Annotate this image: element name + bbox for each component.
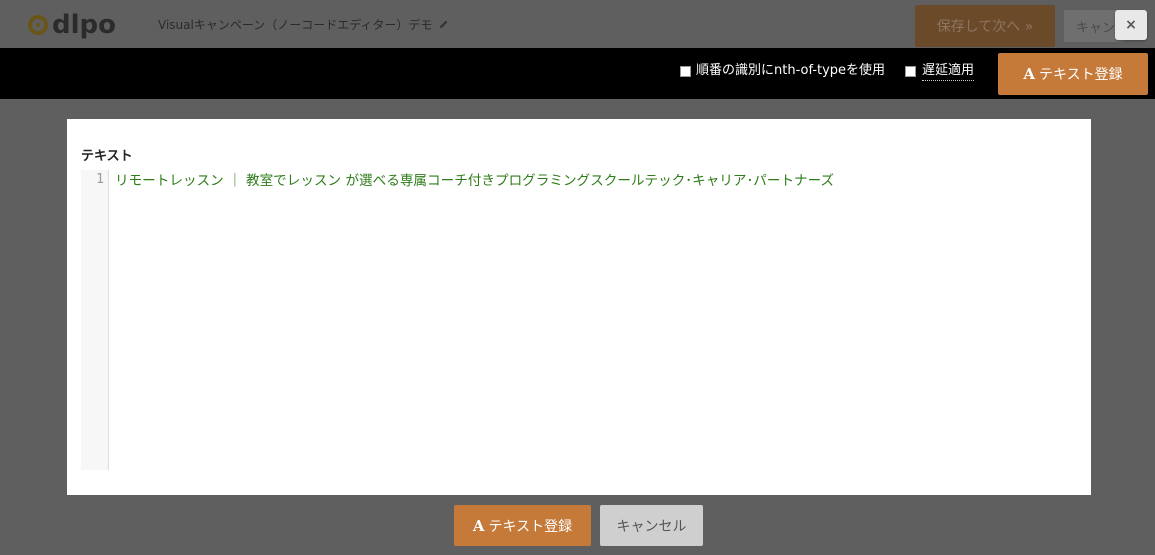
campaign-title[interactable]: Visualキャンペーン（ノーコードエディター）デモ bbox=[158, 16, 449, 33]
footer-text-register-button[interactable]: A テキスト登録 bbox=[454, 505, 591, 546]
pencil-icon[interactable] bbox=[438, 19, 449, 30]
text-register-label: テキスト登録 bbox=[1039, 67, 1123, 83]
line-number-gutter: 1 bbox=[81, 170, 109, 470]
editor-toolbar: 順番の識別にnth-of-typeを使用 遅延適用 A テキスト登録 bbox=[0, 48, 1155, 99]
text-format-icon: A bbox=[472, 516, 485, 535]
code-line[interactable]: リモートレッスン ｜ 教室でレッスン が選べる専属コーチ付きプログラミングスクー… bbox=[115, 172, 834, 190]
text-register-button[interactable]: A テキスト登録 bbox=[998, 53, 1148, 95]
save-next-button[interactable]: 保存して次へ » bbox=[915, 5, 1055, 47]
text-editor-panel: テキスト 1 リモートレッスン ｜ 教室でレッスン が選べる専属コーチ付きプログ… bbox=[67, 119, 1091, 495]
dlpo-logo[interactable]: dlpo bbox=[28, 10, 116, 40]
text-field-label: テキスト bbox=[81, 149, 133, 164]
lazy-apply-label[interactable]: 遅延適用 bbox=[922, 62, 975, 81]
campaign-title-text: Visualキャンペーン（ノーコードエディター）デモ bbox=[158, 18, 433, 32]
text-format-icon: A bbox=[1023, 65, 1036, 83]
footer-cancel-button[interactable]: キャンセル bbox=[600, 505, 703, 546]
nth-of-type-checkbox[interactable] bbox=[680, 66, 691, 77]
app-header: dlpo Visualキャンペーン（ノーコードエディター）デモ 保存して次へ »… bbox=[0, 0, 1155, 48]
logo-text: dlpo bbox=[52, 10, 116, 40]
code-editor[interactable]: 1 リモートレッスン ｜ 教室でレッスン が選べる専属コーチ付きプログラミングス… bbox=[81, 170, 1077, 470]
footer-text-register-label: テキスト登録 bbox=[488, 518, 573, 535]
line-number: 1 bbox=[96, 172, 104, 187]
logo-mark-icon bbox=[28, 15, 48, 35]
lazy-apply-checkbox[interactable] bbox=[905, 66, 916, 77]
close-icon[interactable]: × bbox=[1115, 10, 1147, 40]
nth-of-type-label[interactable]: 順番の識別にnth-of-typeを使用 bbox=[696, 62, 885, 80]
